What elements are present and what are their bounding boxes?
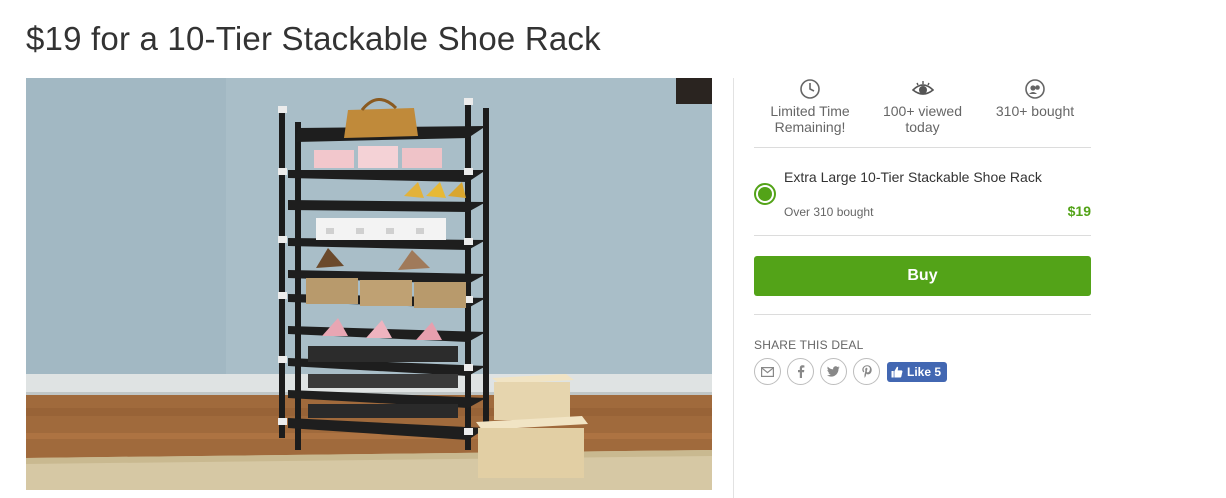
share-email-button[interactable] (754, 358, 781, 385)
buy-button[interactable]: Buy (754, 256, 1091, 296)
deal-sidebar: Limited Time Remaining! 100+ viewed toda… (754, 78, 1091, 385)
like-count-label: Like 5 (907, 364, 942, 379)
eye-icon (911, 81, 934, 95)
deal-stats: Limited Time Remaining! 100+ viewed toda… (754, 78, 1091, 148)
clock-icon (800, 79, 820, 99)
stat-time-remaining: Limited Time Remaining! (754, 78, 866, 147)
option-price: $19 (1067, 203, 1091, 219)
stat-viewed-line2: today (905, 119, 940, 135)
column-divider (733, 78, 734, 498)
product-image[interactable] (26, 78, 712, 490)
deal-title: $19 for a 10-Tier Stackable Shoe Rack (26, 20, 601, 57)
option-bought-count: Over 310 bought (784, 205, 874, 219)
share-buttons: Like 5 (754, 358, 948, 385)
option-title: Extra Large 10-Tier Stackable Shoe Rack (784, 169, 1042, 185)
stat-bought-line1: 310+ bought (995, 103, 1075, 119)
bought-icon (1025, 79, 1045, 99)
stat-viewed-line1: 100+ viewed (882, 103, 962, 119)
share-facebook-button[interactable] (787, 358, 814, 385)
stat-bought: 310+ bought (979, 78, 1091, 147)
deal-option[interactable]: Extra Large 10-Tier Stackable Shoe Rack … (754, 148, 1091, 236)
twitter-icon (827, 366, 840, 377)
shoe-rack-photo (26, 78, 712, 490)
option-radio[interactable] (754, 183, 776, 205)
stat-time-line2: Remaining! (774, 119, 846, 135)
share-twitter-button[interactable] (820, 358, 847, 385)
pinterest-icon (861, 365, 872, 378)
deal-page: $19 for a 10-Tier Stackable Shoe Rack Li… (0, 0, 1226, 498)
share-pinterest-button[interactable] (853, 358, 880, 385)
thumbs-up-icon (891, 366, 903, 377)
divider (754, 314, 1091, 315)
facebook-icon (797, 365, 804, 378)
stat-time-line1: Limited Time (770, 103, 850, 119)
facebook-like-button[interactable]: Like 5 (887, 361, 948, 382)
stat-viewed: 100+ viewed today (867, 78, 979, 147)
share-label: SHARE THIS DEAL (754, 338, 864, 352)
email-icon (761, 366, 774, 377)
